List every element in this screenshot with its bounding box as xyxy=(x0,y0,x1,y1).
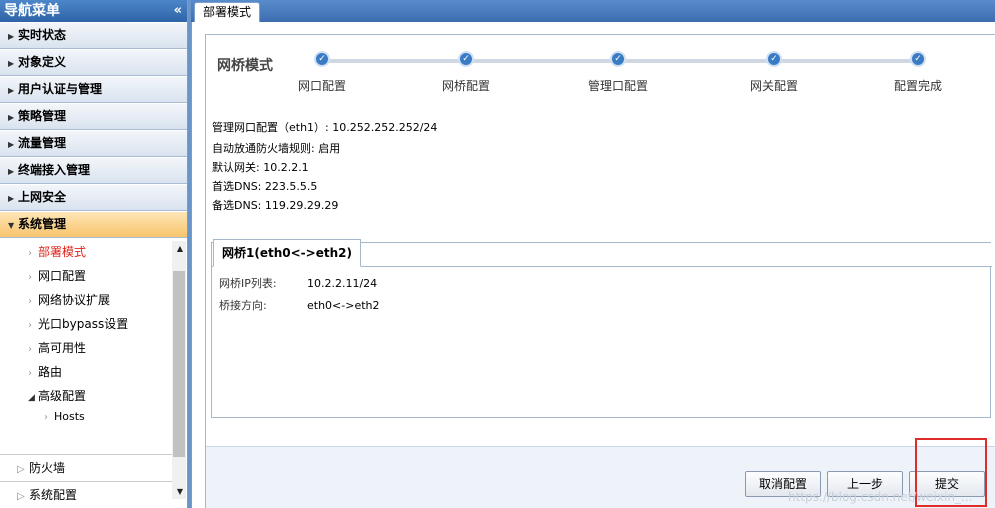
wizard-panel: 网桥模式 ✓ 网口配置 ✓ 网桥配置 ✓ 管理口配置 ✓ 网关配置 ✓ 配置完成… xyxy=(205,34,995,508)
submenu-list: › 部署模式 › 网口配置 › 网络协议扩展 › 光口bypass设置 › 高可用性 › 路… xyxy=(0,238,187,428)
nav-section-label: 防火墙 xyxy=(29,461,66,475)
tab-bar: 部署模式 xyxy=(191,0,995,22)
scroll-down-icon[interactable]: ▼ xyxy=(177,487,183,496)
primary-dns-info: 首选DNS: 223.5.5.5 xyxy=(212,180,318,193)
nav-section-firewall[interactable]: ▷ 防火墙 xyxy=(0,454,172,480)
bridge-ip-label: 网桥IP列表: xyxy=(219,277,277,290)
submenu-item-protocol-ext[interactable]: › 网络协议扩展 xyxy=(0,288,187,312)
submenu-area: › 部署模式 › 网口配置 › 网络协议扩展 › 光口bypass设置 › 高可用性 › 路… xyxy=(0,238,187,441)
nav-section-traffic[interactable]: ▶ 流量管理 xyxy=(0,130,187,157)
mgmt-port-info: 管理网口配置（eth1）: 10.252.252.252/24 xyxy=(212,121,438,134)
nav-section-terminal-access[interactable]: ▶ 终端接入管理 xyxy=(0,157,187,184)
chevron-right-icon: ▷ xyxy=(17,491,25,502)
firewall-rule-info: 自动放通防火墙规则: 启用 xyxy=(212,142,341,155)
nav-section-label: 流量管理 xyxy=(18,136,67,150)
nav-section-system-management[interactable]: ▼ 系统管理 xyxy=(0,211,187,238)
submenu-item-deploy-mode[interactable]: › 部署模式 xyxy=(0,240,187,264)
nav-section-object-definition[interactable]: ▶ 对象定义 xyxy=(0,49,187,76)
step-label: 网口配置 xyxy=(297,79,346,93)
step-bridge-config: ✓ 网桥配置 xyxy=(406,51,526,94)
nav-section-system-config[interactable]: ▷ 系统配置 xyxy=(0,481,172,507)
step-port-config: ✓ 网口配置 xyxy=(262,51,382,94)
chevron-right-icon: › xyxy=(28,248,32,259)
bridge-tab-strip: 网桥1(eth0<->eth2) xyxy=(212,239,992,267)
tab-bridge-1[interactable]: 网桥1(eth0<->eth2) xyxy=(213,239,361,267)
nav-section-label: 实时状态 xyxy=(18,28,67,42)
navigation-panel: 导航菜单 « ▶ 实时状态 ▶ 对象定义 ▶ 用户认证与管理 ▶ 策略管理 ▶ 流量管理 … xyxy=(0,0,188,508)
check-icon: ✓ xyxy=(458,51,474,67)
chevron-right-icon: › xyxy=(28,344,32,355)
submenu-item-advanced[interactable]: ◢ 高级配置 xyxy=(0,384,187,408)
submenu-item-label: 部署模式 xyxy=(38,245,87,259)
submenu-item-label: 光口bypass设置 xyxy=(38,317,129,331)
submenu-item-bypass[interactable]: › 光口bypass设置 xyxy=(0,312,187,336)
nav-section-internet-security[interactable]: ▶ 上网安全 xyxy=(0,184,187,211)
triangle-down-icon: ◢ xyxy=(28,393,35,403)
arrow-down-icon: ▼ xyxy=(8,221,15,230)
nav-section-label: 策略管理 xyxy=(18,109,67,123)
scroll-up-icon[interactable]: ▲ xyxy=(177,244,183,253)
chevron-right-icon: › xyxy=(28,296,32,307)
submenu-scrollbar[interactable]: ▲ ▼ xyxy=(172,241,186,499)
default-gateway-info: 默认网关: 10.2.2.1 xyxy=(212,161,309,174)
submenu-item-routing[interactable]: › 路由 xyxy=(0,360,187,384)
step-gateway-config: ✓ 网关配置 xyxy=(714,51,834,94)
nav-header: 导航菜单 « xyxy=(0,0,187,22)
nav-title: 导航菜单 xyxy=(4,3,60,19)
check-icon: ✓ xyxy=(314,51,330,67)
chevron-right-icon: › xyxy=(28,272,32,283)
arrow-right-icon: ▶ xyxy=(8,113,15,122)
nav-section-label: 对象定义 xyxy=(18,55,67,69)
arrow-right-icon: ▶ xyxy=(8,59,15,68)
step-label: 管理口配置 xyxy=(587,79,648,93)
bridge-direction-label: 桥接方向: xyxy=(219,299,267,312)
chevron-right-icon: › xyxy=(44,412,48,423)
nav-section-label: 系统配置 xyxy=(29,488,78,502)
step-label: 配置完成 xyxy=(893,79,942,93)
submenu-item-label: 路由 xyxy=(38,365,63,379)
nav-section-label: 终端接入管理 xyxy=(18,163,91,177)
watermark: https://blog.csdn.net/weixin_... xyxy=(788,490,973,504)
nav-section-label: 用户认证与管理 xyxy=(18,82,103,96)
submenu-item-label: Hosts xyxy=(54,410,85,423)
submenu-item-label: 高级配置 xyxy=(38,389,87,403)
bridge-panel: 网桥1(eth0<->eth2) 网桥IP列表: 10.2.2.11/24 桥接方… xyxy=(211,239,992,418)
bridge-ip-value: 10.2.2.11/24 xyxy=(307,277,378,290)
check-icon: ✓ xyxy=(766,51,782,67)
check-icon: ✓ xyxy=(910,51,926,67)
chevron-right-icon: ▷ xyxy=(17,464,25,475)
check-icon: ✓ xyxy=(610,51,626,67)
step-mgmt-port-config: ✓ 管理口配置 xyxy=(558,51,678,94)
arrow-right-icon: ▶ xyxy=(8,167,15,176)
submenu-item-label: 网口配置 xyxy=(38,269,87,283)
secondary-dns-info: 备选DNS: 119.29.29.29 xyxy=(212,199,339,212)
arrow-right-icon: ▶ xyxy=(8,86,15,95)
submenu-item-hosts[interactable]: › Hosts xyxy=(0,408,187,428)
nav-section-realtime-status[interactable]: ▶ 实时状态 xyxy=(0,22,187,49)
submenu-item-label: 高可用性 xyxy=(38,341,87,355)
bridge-ip-row: 网桥IP列表: 10.2.2.11/24 xyxy=(219,275,377,291)
submenu-item-label: 网络协议扩展 xyxy=(38,293,111,307)
step-label: 网桥配置 xyxy=(441,79,490,93)
step-label: 网关配置 xyxy=(749,79,798,93)
step-config-complete: ✓ 配置完成 xyxy=(858,51,978,94)
bridge-direction-row: 桥接方向: eth0<->eth2 xyxy=(219,297,380,313)
nav-section-label: 上网安全 xyxy=(18,190,67,204)
scrollbar-thumb[interactable] xyxy=(173,271,185,457)
submenu-item-ha[interactable]: › 高可用性 xyxy=(0,336,187,360)
tab-deploy-mode[interactable]: 部署模式 xyxy=(194,2,261,22)
nav-section-label: 系统管理 xyxy=(18,217,67,231)
arrow-right-icon: ▶ xyxy=(8,194,15,203)
submenu-item-port-config[interactable]: › 网口配置 xyxy=(0,264,187,288)
nav-section-policy[interactable]: ▶ 策略管理 xyxy=(0,103,187,130)
bridge-direction-value: eth0<->eth2 xyxy=(307,299,380,312)
chevron-right-icon: › xyxy=(28,320,32,331)
nav-section-user-auth[interactable]: ▶ 用户认证与管理 xyxy=(0,76,187,103)
main-panel: 网桥模式 ✓ 网口配置 ✓ 网桥配置 ✓ 管理口配置 ✓ 网关配置 ✓ 配置完成… xyxy=(191,22,995,508)
collapse-icon[interactable]: « xyxy=(174,0,182,22)
arrow-right-icon: ▶ xyxy=(8,140,15,149)
chevron-right-icon: › xyxy=(28,368,32,379)
arrow-right-icon: ▶ xyxy=(8,32,15,41)
